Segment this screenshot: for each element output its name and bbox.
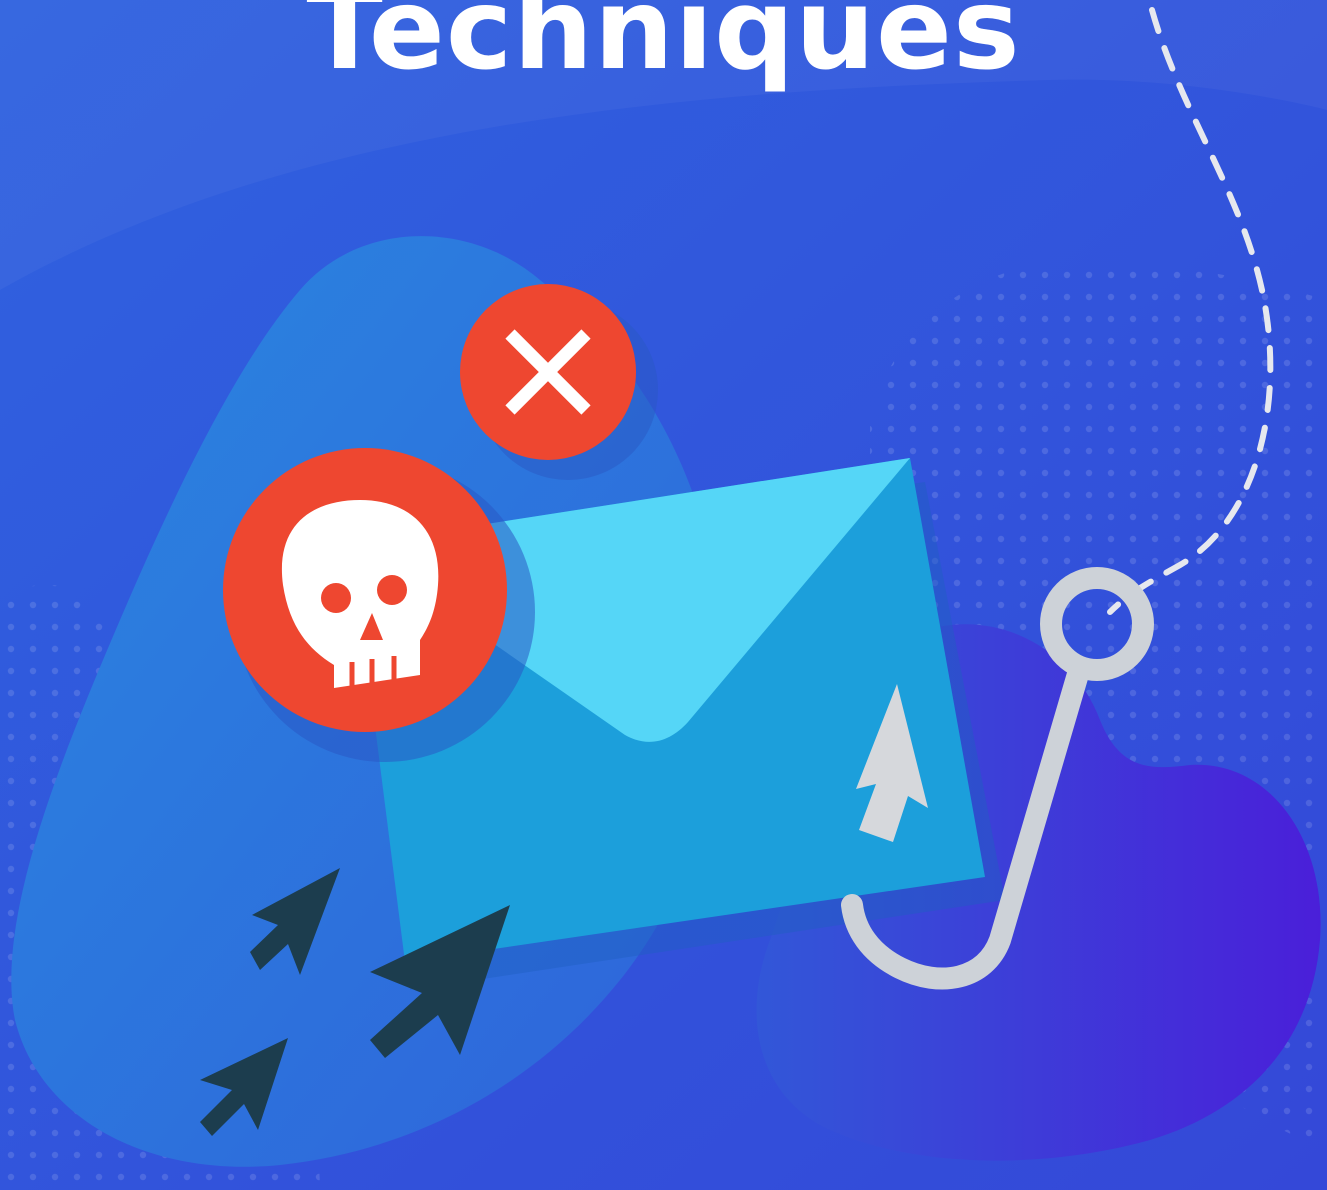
phishing-illustration	[0, 0, 1327, 1190]
page-title: Techniques	[306, 0, 1021, 95]
